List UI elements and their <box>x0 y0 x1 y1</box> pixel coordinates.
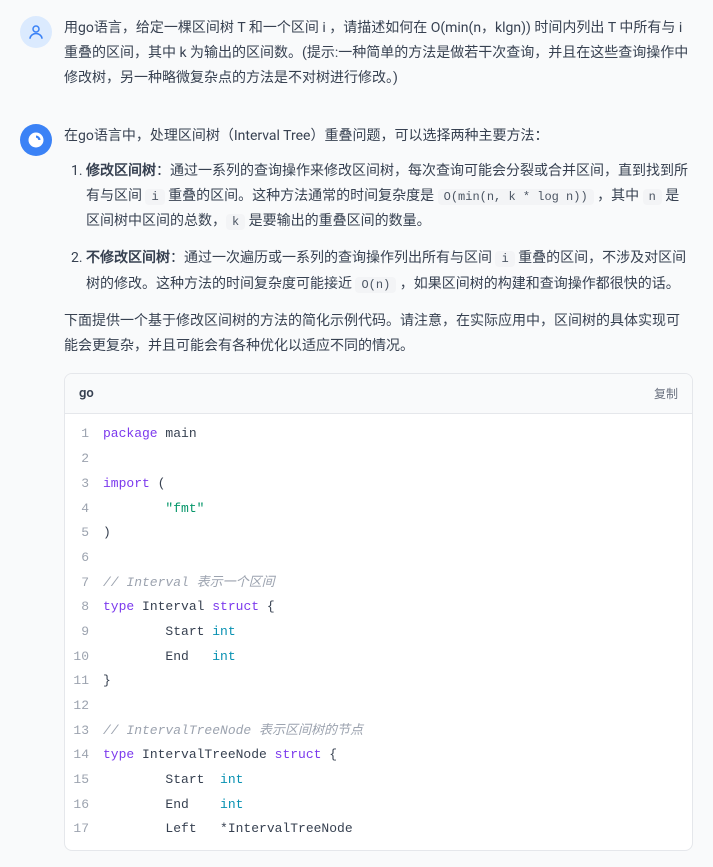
code-line: 12 <box>65 694 692 719</box>
code-line: 2 <box>65 447 692 472</box>
code-line: 4 "fmt" <box>65 497 692 522</box>
ai-avatar <box>20 124 52 156</box>
inline-code: i <box>495 251 514 267</box>
code-language: go <box>79 382 94 405</box>
line-number: 13 <box>65 719 103 744</box>
user-avatar <box>20 16 52 48</box>
code-line: 15 Start int <box>65 768 692 793</box>
inline-code: O(min(n, k * log n)) <box>438 189 594 205</box>
line-number: 5 <box>65 521 103 546</box>
user-icon <box>27 23 45 41</box>
line-number: 8 <box>65 595 103 620</box>
code-line: 3import ( <box>65 472 692 497</box>
code-block: go 复制 1package main 2 3import ( 4 "fmt" … <box>64 373 693 851</box>
code-line: 10 End int <box>65 645 692 670</box>
inline-code: n <box>643 189 662 205</box>
line-number: 2 <box>65 447 103 472</box>
user-message-body: 用go语言，给定一棵区间树 T 和一个区间 i ，请描述如何在 O(min(n，… <box>64 16 693 92</box>
copy-button[interactable]: 复制 <box>654 385 678 402</box>
line-number: 16 <box>65 793 103 818</box>
inline-code: O(n) <box>355 277 396 293</box>
line-number: 1 <box>65 422 103 447</box>
code-line: 6 <box>65 546 692 571</box>
line-number: 9 <box>65 620 103 645</box>
code-line: 17 Left *IntervalTreeNode <box>65 817 692 842</box>
ai-message: 在go语言中，处理区间树（Interval Tree）重叠问题，可以选择两种主要… <box>0 108 713 867</box>
user-text: 用go语言，给定一棵区间树 T 和一个区间 i ，请描述如何在 O(min(n，… <box>64 16 693 92</box>
item2-title: 不修改区间树 <box>86 250 170 266</box>
code-line: 7// Interval 表示一个区间 <box>65 571 692 596</box>
code-line: 1package main <box>65 422 692 447</box>
line-number: 7 <box>65 571 103 596</box>
code-line: 14type IntervalTreeNode struct { <box>65 743 692 768</box>
code-line: 11} <box>65 669 692 694</box>
code-line: 13// IntervalTreeNode 表示区间树的节点 <box>65 719 692 744</box>
ai-intro: 在go语言中，处理区间树（Interval Tree）重叠问题，可以选择两种主要… <box>64 124 693 149</box>
line-number: 14 <box>65 743 103 768</box>
inline-code: k <box>226 214 245 230</box>
line-number: 6 <box>65 546 103 571</box>
line-number: 11 <box>65 669 103 694</box>
code-header: go 复制 <box>65 374 692 414</box>
ai-outro: 下面提供一个基于修改区间树的方法的简化示例代码。请注意，在实际应用中，区间树的具… <box>64 309 693 359</box>
line-number: 3 <box>65 472 103 497</box>
ai-icon <box>27 131 45 149</box>
method-list: 修改区间树：通过一系列的查询操作来修改区间树，每次查询可能会分裂或合并区间，直到… <box>64 159 693 297</box>
line-number: 10 <box>65 645 103 670</box>
line-number: 15 <box>65 768 103 793</box>
code-line: 9 Start int <box>65 620 692 645</box>
code-line: 8type Interval struct { <box>65 595 692 620</box>
code-line: 16 End int <box>65 793 692 818</box>
line-number: 4 <box>65 497 103 522</box>
ai-message-body: 在go语言中，处理区间树（Interval Tree）重叠问题，可以选择两种主要… <box>64 124 693 852</box>
item1-title: 修改区间树 <box>86 163 156 179</box>
line-number: 12 <box>65 694 103 719</box>
list-item: 修改区间树：通过一系列的查询操作来修改区间树，每次查询可能会分裂或合并区间，直到… <box>86 159 693 235</box>
inline-code: i <box>145 189 164 205</box>
user-message: 用go语言，给定一棵区间树 T 和一个区间 i ，请描述如何在 O(min(n，… <box>0 0 713 108</box>
code-body: 1package main 2 3import ( 4 "fmt" 5) 6 7… <box>65 414 692 850</box>
line-number: 17 <box>65 817 103 842</box>
list-item: 不修改区间树：通过一次遍历或一系列的查询操作列出所有与区间 i 重叠的区间，不涉… <box>86 246 693 296</box>
code-line: 5) <box>65 521 692 546</box>
